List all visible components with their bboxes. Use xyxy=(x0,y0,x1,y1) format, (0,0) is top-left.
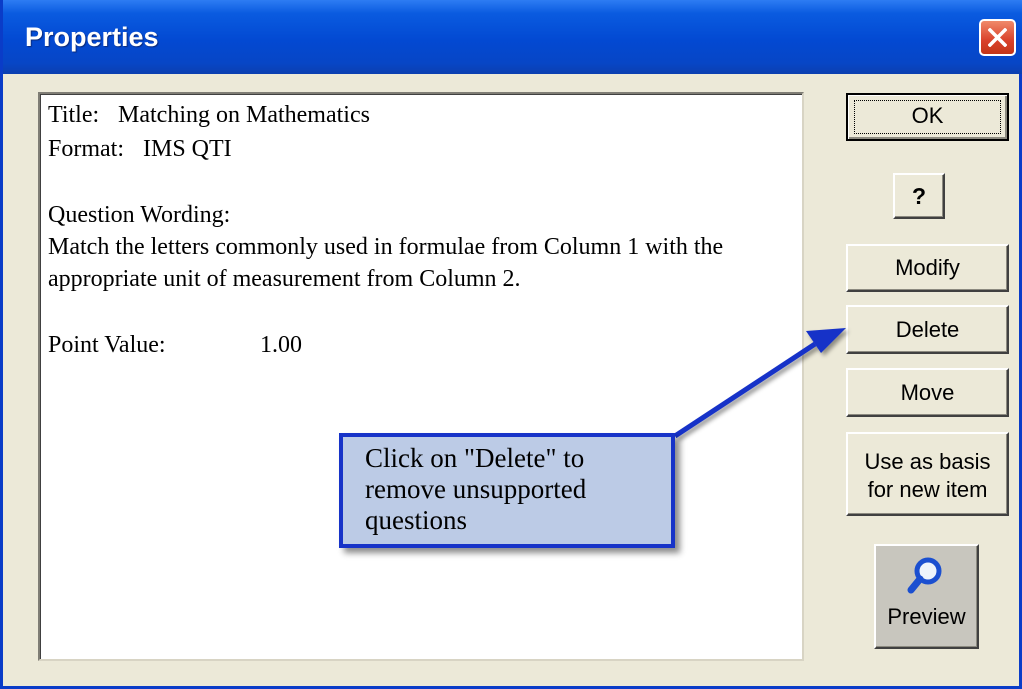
preview-label: Preview xyxy=(887,604,966,629)
question-properties-text[interactable]: Title: Matching on Mathematics Format: I… xyxy=(38,92,804,661)
delete-button[interactable]: Delete xyxy=(846,305,1009,354)
close-button[interactable] xyxy=(979,19,1016,56)
use-as-basis-label-line-2: for new item xyxy=(867,477,988,502)
magnifier-icon xyxy=(907,557,942,594)
move-button[interactable]: Move xyxy=(846,368,1009,417)
title-label: Title: xyxy=(48,102,100,128)
callout-line-1: Click on "Delete" to xyxy=(365,443,585,473)
modify-button[interactable]: Modify xyxy=(846,244,1009,292)
ok-button[interactable]: OK xyxy=(846,93,1009,141)
help-icon: ? xyxy=(911,183,927,209)
callout-line-2: remove unsupported xyxy=(365,474,587,504)
properties-dialog: Properties Title: Matching on Mathematic… xyxy=(0,0,1022,689)
format-label: Format: xyxy=(48,136,124,162)
question-text-line-2: appropriate unit of measurement from Col… xyxy=(48,266,521,292)
format-value: IMS QTI xyxy=(143,136,232,162)
title-bar[interactable]: Properties xyxy=(3,0,1022,74)
question-wording-heading: Question Wording: xyxy=(48,202,231,228)
help-button[interactable]: ? xyxy=(893,173,945,219)
window-title: Properties xyxy=(25,22,159,52)
title-value: Matching on Mathematics xyxy=(118,102,370,128)
delete-label: Delete xyxy=(895,317,960,342)
use-as-basis-button[interactable]: Use as basis for new item xyxy=(846,432,1009,516)
callout-line-3: questions xyxy=(365,505,468,535)
delete-instruction-callout: Click on "Delete" to remove unsupported … xyxy=(339,433,675,548)
preview-button[interactable]: Preview xyxy=(874,544,979,649)
question-text-line-1: Match the letters commonly used in formu… xyxy=(48,234,724,260)
point-value: 1.00 xyxy=(260,332,302,358)
close-x-icon xyxy=(988,28,1007,47)
modify-label: Modify xyxy=(895,255,960,280)
move-label: Move xyxy=(900,380,955,405)
use-as-basis-label-line-1: Use as basis xyxy=(864,449,991,474)
ok-label: OK xyxy=(911,103,944,128)
point-value-label: Point Value: xyxy=(48,332,166,358)
